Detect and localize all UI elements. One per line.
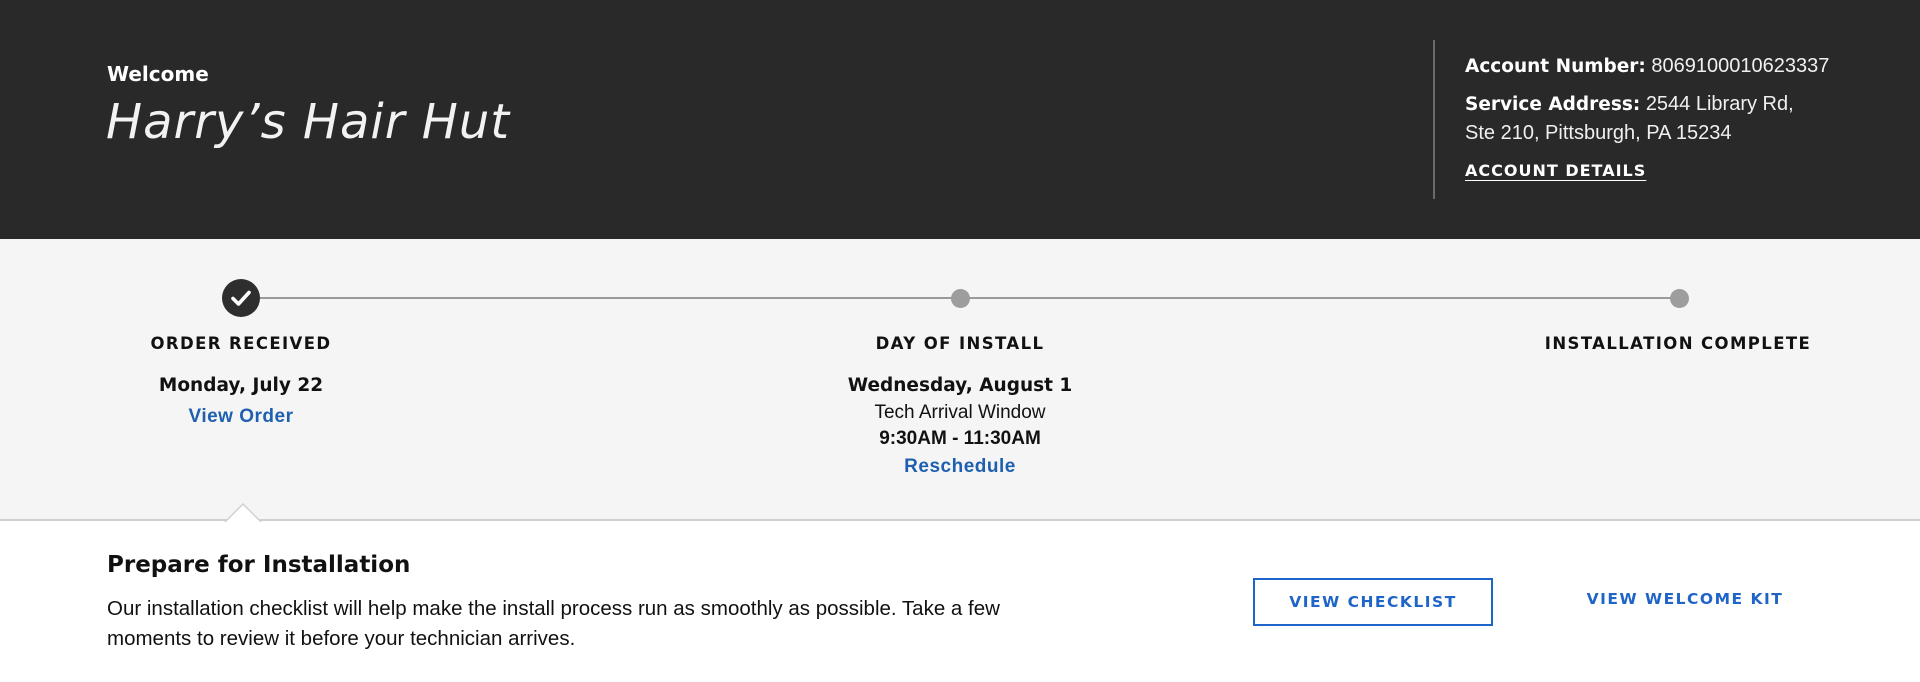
step-day-of-install: DAY OF INSTALL Wednesday, August 1 Tech … bbox=[780, 334, 1140, 478]
step-installation-complete-marker bbox=[1670, 289, 1689, 308]
service-address-row: Service Address: 2544 Library Rd, Ste 21… bbox=[1465, 90, 1905, 147]
prepare-description: Our installation checklist will help mak… bbox=[107, 597, 1000, 650]
service-address-line2: Ste 210, Pittsburgh, PA 15234 bbox=[1465, 122, 1732, 144]
step-day-of-install-marker bbox=[951, 289, 970, 308]
view-checklist-button[interactable]: VIEW CHECKLIST bbox=[1253, 578, 1493, 626]
step-title: INSTALLATION COMPLETE bbox=[1544, 334, 1812, 353]
tech-arrival-window-time: 9:30AM - 11:30AM bbox=[879, 428, 1041, 449]
service-address-label: Service Address: bbox=[1465, 94, 1641, 115]
service-address-line1: 2544 Library Rd, bbox=[1645, 93, 1794, 115]
reschedule-link[interactable]: Reschedule bbox=[904, 456, 1016, 478]
account-number-value: 8069100010623337 bbox=[1651, 55, 1830, 77]
account-details-link[interactable]: ACCOUNT DETAILS bbox=[1465, 161, 1646, 180]
step-title: ORDER RECEIVED bbox=[150, 334, 332, 353]
active-step-pointer bbox=[224, 503, 262, 522]
step-title: DAY OF INSTALL bbox=[875, 334, 1045, 353]
step-order-received-marker bbox=[222, 279, 260, 317]
business-name: Harry’s Hair Hut bbox=[106, 94, 511, 150]
account-number-label: Account Number: bbox=[1465, 56, 1646, 77]
step-date: Wednesday, August 1 bbox=[847, 375, 1073, 396]
account-info: Account Number: 8069100010623337 Service… bbox=[1465, 52, 1905, 156]
view-welcome-kit-link[interactable]: VIEW WELCOME KIT bbox=[1560, 590, 1810, 608]
prepare-title: Prepare for Installation bbox=[107, 552, 411, 578]
checkmark-icon bbox=[231, 290, 251, 306]
step-date: Monday, July 22 bbox=[158, 375, 324, 396]
account-number-row: Account Number: 8069100010623337 bbox=[1465, 52, 1905, 81]
view-order-link[interactable]: View Order bbox=[189, 406, 294, 428]
header-divider bbox=[1433, 40, 1435, 199]
welcome-label: Welcome bbox=[107, 62, 209, 86]
step-order-received: ORDER RECEIVED Monday, July 22 View Orde… bbox=[61, 334, 421, 428]
step-installation-complete: INSTALLATION COMPLETE bbox=[1498, 334, 1858, 353]
account-header: Welcome Harry’s Hair Hut Account Number:… bbox=[0, 0, 1920, 239]
tech-arrival-window-label: Tech Arrival Window bbox=[874, 402, 1046, 423]
install-progress-tracker: ORDER RECEIVED Monday, July 22 View Orde… bbox=[0, 239, 1920, 522]
